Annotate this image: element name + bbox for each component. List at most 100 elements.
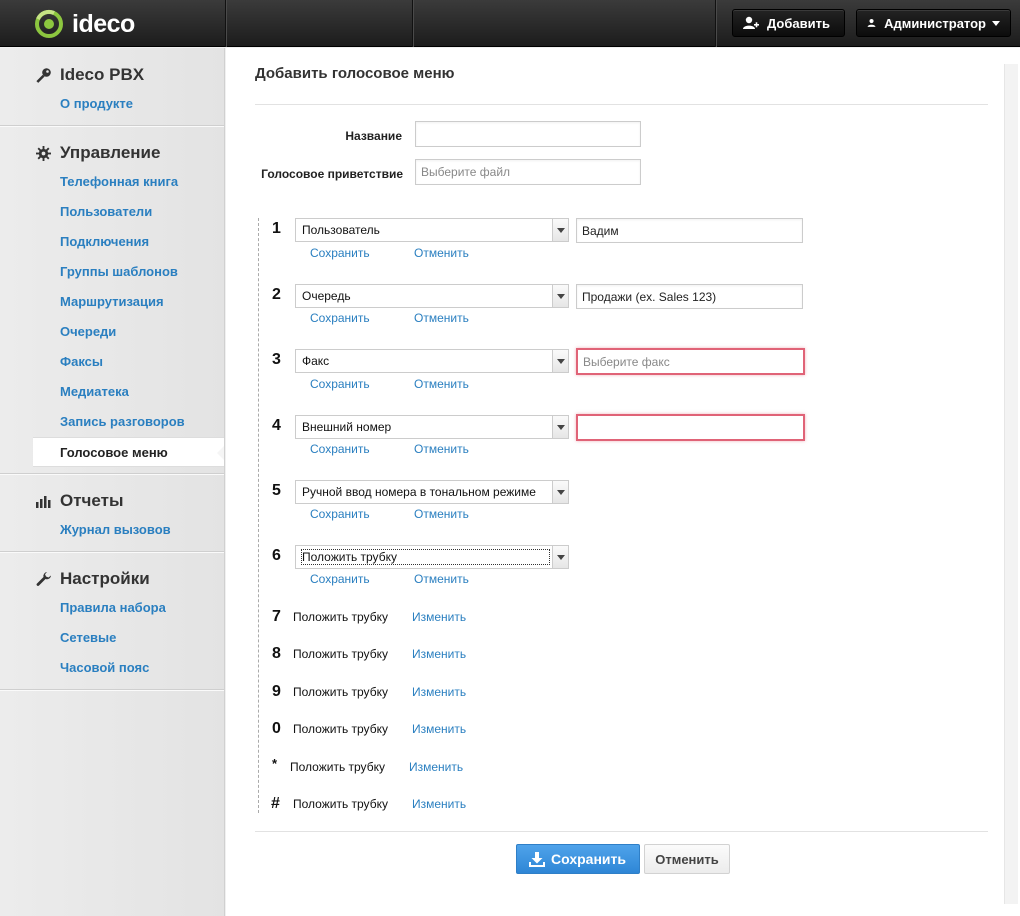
sidebar-item-call-log[interactable]: Журнал вызовов [0,515,224,545]
sidebar-section-reports: Отчеты Журнал вызовов [0,487,224,552]
sidebar-section-settings: Настройки Правила набора Сетевые Часовой… [0,565,224,690]
cancel-button[interactable]: Отменить [644,844,730,874]
chevron-down-icon [552,285,568,307]
menu-key-label: 8 [272,645,281,662]
add-button-label: Добавить [767,15,830,31]
sidebar-item-about[interactable]: О продукте [0,89,224,119]
sidebar-heading: Настройки [0,565,224,593]
edit-link[interactable]: Изменить [412,722,466,736]
chevron-down-icon [552,219,568,241]
action-select[interactable]: Внешний номер [295,415,569,439]
sidebar-item-voice-menu[interactable]: Голосовое меню [33,437,224,467]
download-icon [529,851,545,867]
sidebar-item-dial-rules[interactable]: Правила набора [0,593,224,623]
gear-icon [35,145,52,162]
action-select[interactable]: Пользователь [295,218,569,242]
logo[interactable]: ideco [34,9,135,39]
action-text: Положить трубку [293,797,388,811]
queue-input[interactable] [576,284,803,309]
sidebar-heading: Ideco PBX [0,61,224,89]
page-title: Добавить голосовое меню [255,65,455,82]
name-input[interactable] [415,121,641,147]
edit-link[interactable]: Изменить [412,797,466,811]
menu-key-label: 0 [272,720,281,737]
main-content: Добавить голосовое меню Название Голосов… [226,48,1020,916]
menu-key-label: 5 [272,482,281,499]
sidebar-item-call-recording[interactable]: Запись разговоров [0,407,224,437]
wrench-icon [35,571,52,588]
save-link[interactable]: Сохранить [310,507,370,521]
action-text: Положить трубку [293,685,388,699]
logo-text: ideco [72,9,135,38]
add-user-icon [743,16,759,29]
save-link[interactable]: Сохранить [310,377,370,391]
cancel-link[interactable]: Отменить [414,377,469,391]
menu-key-label: 6 [272,547,281,564]
action-text: Положить трубку [293,610,388,624]
divider [225,0,226,47]
sidebar-item-phonebook[interactable]: Телефонная книга [0,167,224,197]
sidebar-heading: Управление [0,139,224,167]
admin-menu-button[interactable]: Администратор [856,9,1011,37]
cancel-link[interactable]: Отменить [414,507,469,521]
divider [715,0,716,47]
sidebar-item-network[interactable]: Сетевые [0,623,224,653]
edit-link[interactable]: Изменить [412,685,466,699]
add-button[interactable]: Добавить [732,9,845,37]
menu-key-label: 3 [272,351,281,368]
action-text: Положить трубку [293,722,388,736]
top-bar: ideco Добавить Администратор [0,0,1020,47]
fax-input[interactable] [576,348,805,375]
chevron-down-icon [552,546,568,568]
edit-link[interactable]: Изменить [412,647,466,661]
save-link[interactable]: Сохранить [310,442,370,456]
action-select[interactable]: Положить трубку [295,545,569,569]
sidebar-item-faxes[interactable]: Факсы [0,347,224,377]
scrollbar[interactable] [1004,64,1018,904]
external-number-input[interactable] [576,414,805,441]
chevron-down-icon [992,20,1000,26]
save-button[interactable]: Сохранить [516,844,640,874]
sidebar-item-routing[interactable]: Маршрутизация [0,287,224,317]
greeting-file-input[interactable] [415,159,641,185]
menu-key-label: 9 [272,683,281,700]
greeting-label: Голосовое приветствие [261,167,403,181]
bar-chart-icon [35,493,52,510]
save-button-label: Сохранить [551,851,626,867]
menu-key-label: 1 [272,220,281,237]
sidebar-item-users[interactable]: Пользователи [0,197,224,227]
save-link[interactable]: Сохранить [310,246,370,260]
cancel-link[interactable]: Отменить [414,572,469,586]
sidebar-item-queues[interactable]: Очереди [0,317,224,347]
tree-line [258,218,259,813]
name-label: Название [345,129,402,143]
key-icon [35,67,52,84]
cancel-link[interactable]: Отменить [414,311,469,325]
action-select[interactable]: Очередь [295,284,569,308]
menu-key-label: 2 [272,286,281,303]
sidebar: Ideco PBX О продукте Управление Телефонн… [0,48,225,916]
sidebar-item-timezone[interactable]: Часовой пояс [0,653,224,683]
sidebar-item-template-groups[interactable]: Группы шаблонов [0,257,224,287]
edit-link[interactable]: Изменить [409,760,463,774]
sidebar-item-media-library[interactable]: Медиатека [0,377,224,407]
sidebar-section-pbx: Ideco PBX О продукте [0,61,224,126]
cancel-link[interactable]: Отменить [414,442,469,456]
chevron-down-icon [552,416,568,438]
action-text: Положить трубку [290,760,385,774]
action-text: Положить трубку [293,647,388,661]
user-input[interactable] [576,218,803,243]
admin-menu-label: Администратор [884,15,986,31]
sidebar-section-management: Управление Телефонная книга Пользователи… [0,139,224,474]
divider [255,104,988,105]
logo-icon [35,9,63,38]
save-link[interactable]: Сохранить [310,311,370,325]
menu-key-label: # [271,795,280,812]
sidebar-item-connections[interactable]: Подключения [0,227,224,257]
cancel-link[interactable]: Отменить [414,246,469,260]
edit-link[interactable]: Изменить [412,610,466,624]
action-select[interactable]: Ручной ввод номера в тональном режиме [295,480,569,504]
action-select[interactable]: Факс [295,349,569,373]
save-link[interactable]: Сохранить [310,572,370,586]
sidebar-heading: Отчеты [0,487,224,515]
